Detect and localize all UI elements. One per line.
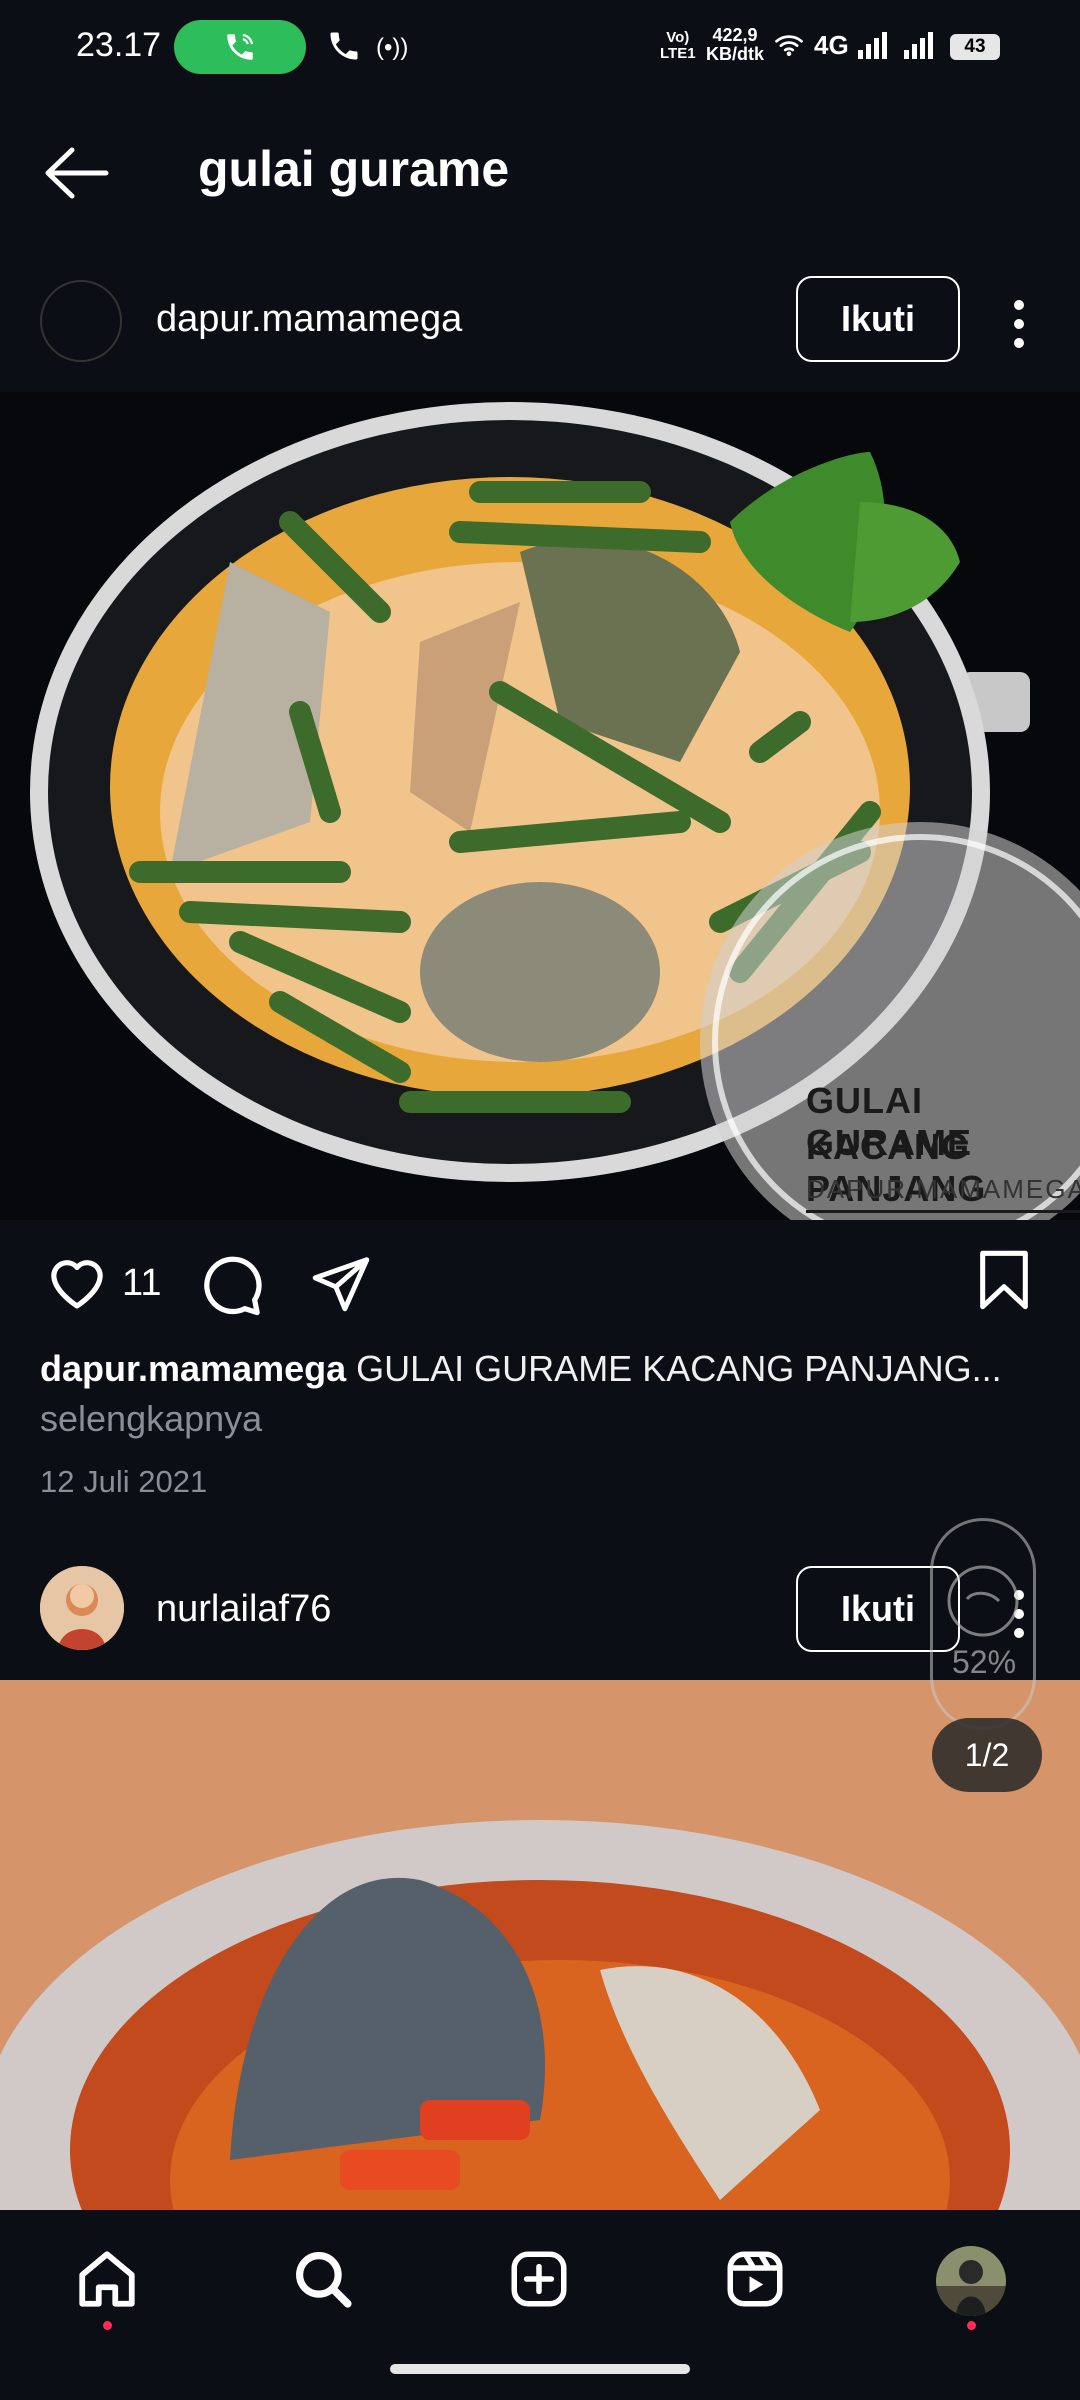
post-image[interactable]: GULAI GURAME KACANG PANJANG DAPUR.MAMAME… [0, 392, 1080, 1220]
home-gesture-bar[interactable] [390, 2364, 690, 2374]
signal-icon [858, 32, 887, 59]
back-arrow-icon[interactable] [40, 138, 114, 208]
caption-username[interactable]: dapur.mamamega [40, 1348, 346, 1389]
profile-photo [936, 2246, 1006, 2316]
bookmark-icon[interactable] [976, 1248, 1032, 1312]
floating-widget-percent: 52% [951, 1644, 1017, 1680]
like-heart-icon[interactable] [44, 1250, 110, 1310]
ongoing-call-pill[interactable] [174, 20, 306, 74]
floating-assistant-widget[interactable] [930, 1518, 1036, 1730]
like-count[interactable]: 11 [122, 1262, 161, 1305]
search-icon[interactable] [290, 2246, 356, 2312]
post-caption: dapur.mamamega GULAI GURAME KACANG PANJA… [40, 1348, 1040, 1390]
speed-value: 422,9 [712, 25, 758, 45]
phone-icon [330, 32, 358, 60]
volte-top: Vo) [666, 29, 690, 46]
hotspot-icon: (•)) [376, 34, 409, 61]
reels-icon[interactable] [722, 2246, 788, 2312]
wifi-icon [775, 35, 803, 56]
post-username[interactable]: dapur.mamamega [156, 298, 462, 341]
carousel-page-indicator: 1/2 [932, 1718, 1042, 1792]
home-icon[interactable] [74, 2246, 140, 2312]
more-options-icon[interactable] [1014, 300, 1026, 357]
post-image[interactable] [0, 1680, 1080, 2210]
volte-bottom: LTE1 [660, 45, 696, 62]
volte-indicator: Vo) LTE1 [660, 30, 696, 62]
call-icon [227, 33, 254, 60]
speed-unit: KB/dtk [706, 44, 764, 64]
status-time: 23.17 [76, 26, 162, 64]
network-type: 4G [814, 30, 849, 60]
share-icon[interactable] [308, 1252, 374, 1314]
avatar-photo [40, 1566, 124, 1650]
face-icon [947, 1565, 1019, 1637]
comment-icon[interactable] [198, 1252, 264, 1318]
create-post-icon[interactable] [506, 2246, 572, 2312]
image-watermark-line3: DAPUR.MAMAMEGA [806, 1174, 1080, 1204]
signal-icon-sim2 [904, 32, 933, 59]
caption-text: GULAI GURAME KACANG PANJANG... [356, 1348, 1002, 1389]
avatar[interactable] [40, 280, 122, 362]
home-notification-dot [103, 2321, 112, 2330]
profile-avatar[interactable] [936, 2246, 1006, 2316]
battery-indicator: 43 [950, 34, 1000, 60]
page-title: gulai gurame [198, 141, 510, 197]
food-photo [0, 1680, 1080, 2210]
follow-button[interactable]: Ikuti [796, 276, 960, 362]
see-more-link[interactable]: selengkapnya [40, 1398, 262, 1440]
network-speed: 422,9 KB/dtk [706, 26, 764, 64]
profile-notification-dot [967, 2321, 976, 2330]
avatar[interactable] [40, 1566, 124, 1650]
post-username[interactable]: nurlailaf76 [156, 1588, 331, 1631]
post-date: 12 Juli 2021 [40, 1464, 208, 1499]
